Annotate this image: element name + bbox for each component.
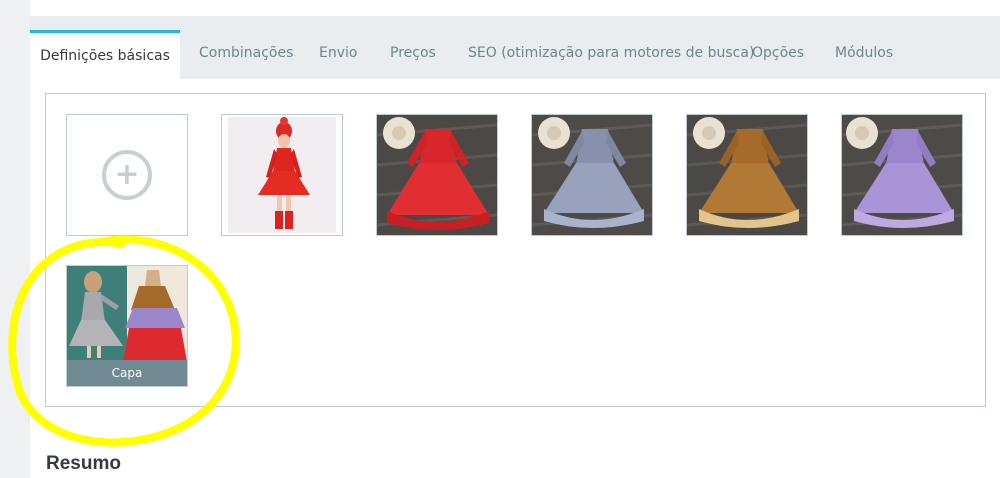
plus-circle-icon: + [102,150,152,200]
tab-prices[interactable]: Preços [390,30,436,79]
tab-shipping[interactable]: Envio [319,30,357,79]
cover-collage-photo [67,266,187,362]
product-images-dropzone[interactable]: + Capa [45,93,986,407]
product-image-thumbnail[interactable] [376,114,498,236]
blue-grey-knit-dress-photo [532,115,652,235]
product-image-thumbnail[interactable] [841,114,963,236]
product-image-thumbnail[interactable] [686,114,808,236]
cover-image-thumbnail[interactable]: Capa [66,265,188,387]
product-image-thumbnail[interactable] [221,114,343,236]
cover-label: Capa [67,360,187,386]
brown-knit-dress-photo [687,115,807,235]
product-image-thumbnail[interactable] [531,114,653,236]
tab-basic-settings[interactable]: Definições básicas [30,30,180,79]
summary-heading: Resumo [46,453,121,474]
add-image-button[interactable]: + [66,114,188,236]
lavender-knit-dress-photo [842,115,962,235]
tab-seo[interactable]: SEO (otimização para motores de busca) [468,30,754,79]
tab-modules[interactable]: Módulos [835,30,893,79]
tab-bar: Definições básicas Combinações Envio Pre… [30,16,1000,79]
red-dress-model-photo [222,115,342,235]
left-gutter [0,0,30,478]
tab-options[interactable]: Opções [752,30,804,79]
tab-combinations[interactable]: Combinações [199,30,293,79]
red-knit-dress-photo [377,115,497,235]
top-spacer [0,0,1000,16]
